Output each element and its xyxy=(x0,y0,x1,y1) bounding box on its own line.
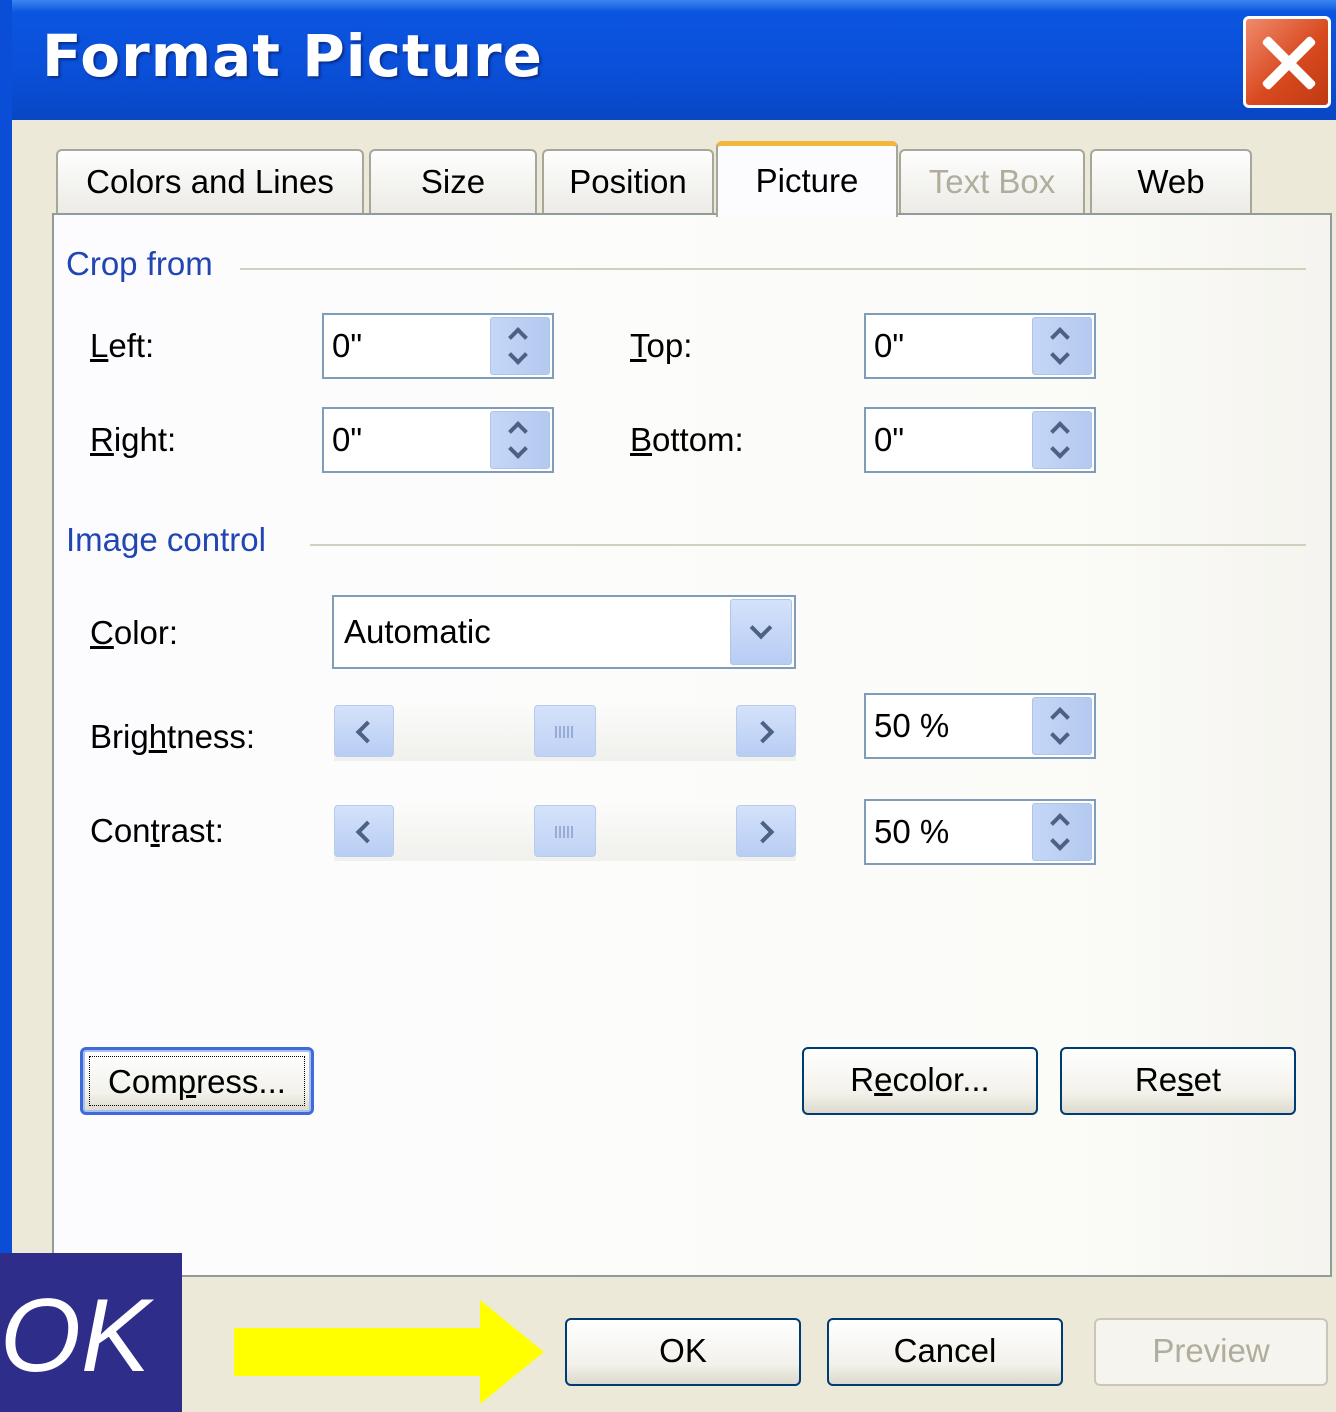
left-label: Left: xyxy=(90,327,155,364)
yellow-arrow-head-icon xyxy=(480,1300,544,1404)
contrast-spin-buttons[interactable] xyxy=(1032,803,1092,861)
spin-up-icon[interactable] xyxy=(1033,412,1091,440)
crop-left-spinner[interactable]: 0" xyxy=(322,313,554,379)
ok-callout-box: OK xyxy=(0,1253,182,1412)
crop-bottom-value[interactable]: 0" xyxy=(874,421,904,459)
tab-text-box: Text Box xyxy=(899,149,1085,213)
title-bar[interactable]: Format Picture xyxy=(12,0,1336,120)
spin-up-icon[interactable] xyxy=(491,318,549,346)
contrast-label: Contrast: xyxy=(90,812,224,849)
tab-colors-and-lines[interactable]: Colors and Lines xyxy=(56,149,364,213)
crop-top-value[interactable]: 0" xyxy=(874,327,904,365)
spin-down-icon[interactable] xyxy=(1033,346,1091,374)
spin-down-icon[interactable] xyxy=(1033,726,1091,754)
spin-down-icon[interactable] xyxy=(1033,440,1091,468)
brightness-spinner[interactable]: 50 % xyxy=(864,693,1096,759)
reset-button[interactable]: Reset xyxy=(1060,1047,1296,1115)
image-control-divider xyxy=(310,544,1306,546)
crop-right-spin-buttons[interactable] xyxy=(490,411,550,469)
crop-bottom-spin-buttons[interactable] xyxy=(1032,411,1092,469)
crop-from-divider xyxy=(240,268,1306,270)
chevron-right-icon[interactable] xyxy=(736,705,796,757)
ok-button[interactable]: OK xyxy=(565,1318,801,1386)
crop-right-value[interactable]: 0" xyxy=(332,421,362,459)
spin-up-icon[interactable] xyxy=(1033,318,1091,346)
brightness-spin-buttons[interactable] xyxy=(1032,697,1092,755)
spin-up-icon[interactable] xyxy=(1033,698,1091,726)
tab-web[interactable]: Web xyxy=(1090,149,1252,213)
crop-top-spinner[interactable]: 0" xyxy=(864,313,1096,379)
tab-size[interactable]: Size xyxy=(369,149,537,213)
chevron-left-icon[interactable] xyxy=(334,805,394,857)
chevron-right-icon[interactable] xyxy=(736,805,796,857)
brightness-value[interactable]: 50 % xyxy=(874,707,949,745)
crop-left-value[interactable]: 0" xyxy=(332,327,362,365)
crop-bottom-spinner[interactable]: 0" xyxy=(864,407,1096,473)
color-label: Color: xyxy=(90,614,179,651)
close-button[interactable] xyxy=(1243,16,1331,108)
right-label: Right: xyxy=(90,421,177,458)
image-control-group-label: Image control xyxy=(66,521,266,558)
brightness-label: Brightness: xyxy=(90,718,256,755)
recolor-button[interactable]: Recolor... xyxy=(802,1047,1038,1115)
compress-button[interactable]: Compress... xyxy=(80,1047,314,1115)
chevron-left-icon[interactable] xyxy=(334,705,394,757)
spin-up-icon[interactable] xyxy=(1033,804,1091,832)
brightness-slider[interactable] xyxy=(334,705,796,761)
yellow-arrow-icon xyxy=(234,1328,484,1376)
tab-position[interactable]: Position xyxy=(542,149,714,213)
contrast-value[interactable]: 50 % xyxy=(874,813,949,851)
spin-down-icon[interactable] xyxy=(491,346,549,374)
color-dropdown-value[interactable]: Automatic xyxy=(344,613,491,651)
cancel-button[interactable]: Cancel xyxy=(827,1318,1063,1386)
preview-button: Preview xyxy=(1094,1318,1328,1386)
contrast-slider-thumb[interactable] xyxy=(534,805,596,857)
color-dropdown[interactable]: Automatic xyxy=(332,595,796,669)
crop-from-group-label: Crop from xyxy=(66,245,213,282)
dialog-title: Format Picture xyxy=(42,22,543,90)
spin-down-icon[interactable] xyxy=(491,440,549,468)
contrast-slider[interactable] xyxy=(334,805,796,861)
picture-tab-panel: Crop from Left: 0" Top: 0" Right: 0" Bot… xyxy=(52,213,1332,1277)
ok-callout-label: OK xyxy=(0,1278,151,1394)
format-picture-dialog: Format Picture Colors and Lines Size Pos… xyxy=(0,0,1336,1412)
top-label: Top: xyxy=(630,327,693,364)
bottom-label: Bottom: xyxy=(630,421,744,458)
crop-right-spinner[interactable]: 0" xyxy=(322,407,554,473)
spin-up-icon[interactable] xyxy=(491,412,549,440)
crop-top-spin-buttons[interactable] xyxy=(1032,317,1092,375)
tab-picture[interactable]: Picture xyxy=(716,141,898,217)
brightness-slider-thumb[interactable] xyxy=(534,705,596,757)
chevron-down-icon[interactable] xyxy=(730,599,792,665)
crop-left-spin-buttons[interactable] xyxy=(490,317,550,375)
contrast-spinner[interactable]: 50 % xyxy=(864,799,1096,865)
spin-down-icon[interactable] xyxy=(1033,832,1091,860)
